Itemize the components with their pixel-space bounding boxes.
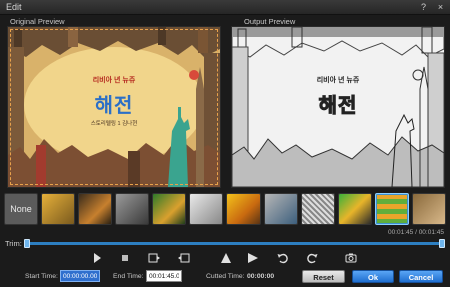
mark-out-icon xyxy=(178,253,190,263)
end-time-label: End Time: xyxy=(113,273,144,280)
filter-thumb-vivid[interactable] xyxy=(226,193,261,225)
rotate-right-button[interactable] xyxy=(305,251,319,265)
playback-controls xyxy=(0,251,450,265)
output-preview-label: Output Preview xyxy=(244,17,296,26)
filter-thumb-dark[interactable] xyxy=(78,193,113,225)
camera-icon xyxy=(345,253,357,263)
rotate-left-icon xyxy=(277,253,288,264)
window-controls: ? × xyxy=(418,2,446,13)
filter-strip: None xyxy=(4,193,446,225)
original-preview-label: Original Preview xyxy=(10,17,65,26)
play-icon xyxy=(94,253,101,263)
start-time-input[interactable] xyxy=(60,270,100,282)
filter-thumb-color[interactable] xyxy=(337,193,372,225)
flip-horizontal-icon xyxy=(248,253,258,263)
ok-button[interactable]: Ok xyxy=(352,270,394,283)
output-poster-tagline: 리비아 년 뉴쥬 xyxy=(316,77,360,84)
stop-icon xyxy=(122,255,128,261)
output-poster-title: 해전 xyxy=(318,95,358,118)
mark-out-button[interactable] xyxy=(177,251,191,265)
original-preview[interactable]: 리비아 년 뉴쥬 해전 스토리텔링 1 김나현 xyxy=(7,26,221,188)
time-readout: 00:01:45 / 00:01:45 xyxy=(387,229,444,236)
cutted-time-label: Cutted Time: xyxy=(206,273,245,280)
reset-button[interactable]: Reset xyxy=(302,270,345,283)
snapshot-button[interactable] xyxy=(344,251,358,265)
trim-start-handle[interactable] xyxy=(24,239,30,248)
help-icon[interactable]: ? xyxy=(418,2,429,13)
rotate-right-icon xyxy=(307,253,318,264)
trim-slider[interactable] xyxy=(26,242,442,245)
filter-thumb-sepia[interactable] xyxy=(411,193,446,225)
filter-thumb-warm[interactable] xyxy=(41,193,76,225)
flip-horizontal-button[interactable] xyxy=(246,251,260,265)
filter-thumb-cool[interactable] xyxy=(263,193,298,225)
start-time-label: Start Time: xyxy=(25,273,58,280)
filter-thumb-mosaic[interactable] xyxy=(374,193,409,225)
filter-thumb-engrave[interactable] xyxy=(300,193,335,225)
trim-label: Trim: xyxy=(5,239,22,248)
end-time-input[interactable] xyxy=(146,270,182,282)
filter-none-button[interactable]: None xyxy=(4,193,39,225)
bottom-bar: Start Time: End Time: Cutted Time: 00:00… xyxy=(0,270,450,284)
cutted-time-value: 00:00:00 xyxy=(247,273,275,280)
rotate-left-button[interactable] xyxy=(276,251,290,265)
filter-thumb-sketch[interactable] xyxy=(189,193,224,225)
filter-thumb-gray[interactable] xyxy=(115,193,150,225)
output-preview: 리비아 년 뉴쥬 해전 xyxy=(231,26,445,188)
crop-area[interactable] xyxy=(10,29,218,185)
cancel-button[interactable]: Cancel xyxy=(399,270,443,283)
trim-end-handle[interactable] xyxy=(439,239,445,248)
play-button[interactable] xyxy=(90,251,104,265)
filter-thumb-green[interactable] xyxy=(152,193,187,225)
flip-vertical-icon xyxy=(221,253,231,263)
close-icon[interactable]: × xyxy=(435,2,446,13)
window-title: Edit xyxy=(6,2,22,12)
mark-in-icon xyxy=(148,253,160,263)
flip-vertical-button[interactable] xyxy=(219,251,233,265)
stop-button[interactable] xyxy=(118,251,132,265)
mark-in-button[interactable] xyxy=(147,251,161,265)
title-bar: Edit ? × xyxy=(0,0,450,15)
